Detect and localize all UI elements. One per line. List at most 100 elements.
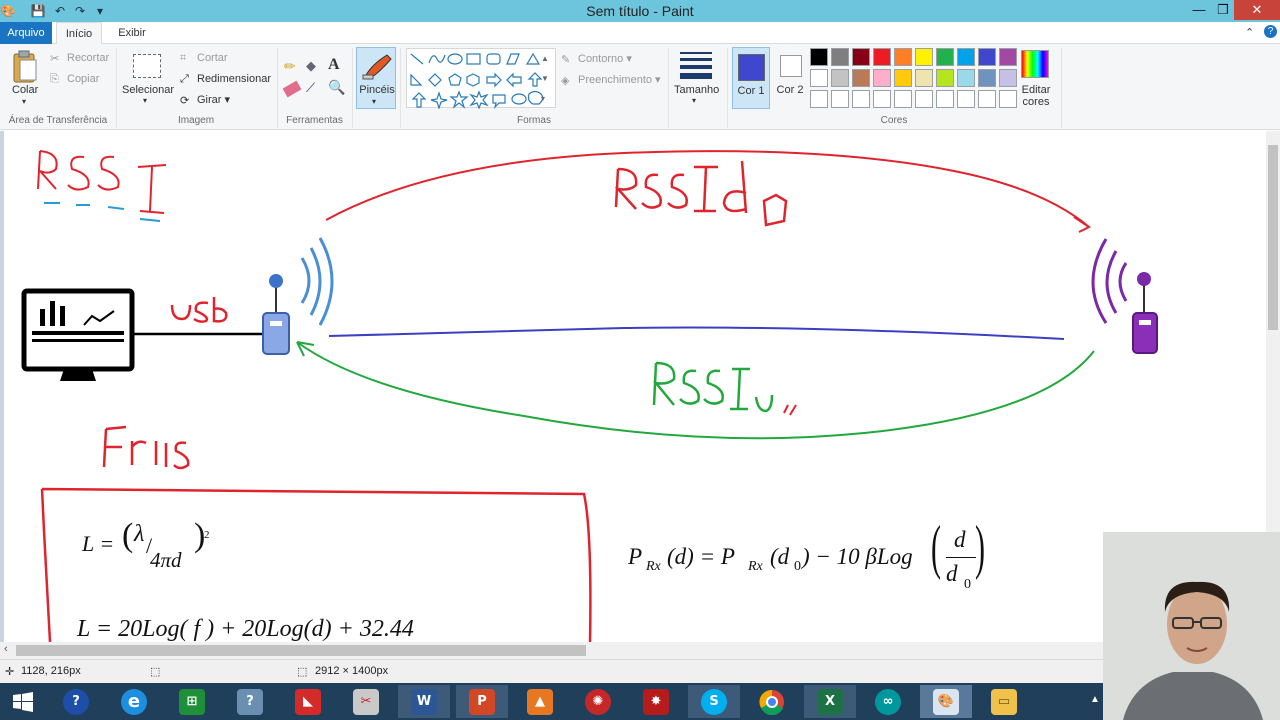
palette-swatch[interactable] <box>936 90 954 108</box>
edit-colors-button[interactable]: Editar cores <box>1018 84 1054 108</box>
palette-swatch[interactable] <box>852 48 870 66</box>
cut-button[interactable]: ✂ Recortar <box>50 52 109 65</box>
collapse-ribbon-icon[interactable]: ⌃ <box>1245 26 1254 39</box>
palette-swatch[interactable] <box>999 69 1017 87</box>
palette-swatch[interactable] <box>894 90 912 108</box>
taskbar-file-explorer[interactable]: ▭ <box>978 685 1030 718</box>
presenter-video <box>1103 532 1280 720</box>
vertical-scroll-thumb[interactable] <box>1268 145 1278 330</box>
taskbar-excel[interactable]: X <box>804 685 856 718</box>
snipping-icon: ✂ <box>353 688 379 715</box>
shapes-gallery[interactable] <box>406 48 556 110</box>
shapes-more-icon[interactable]: ▾ <box>541 94 545 103</box>
taskbar-support[interactable]: ? <box>224 685 276 718</box>
taskbar-help[interactable]: ? <box>50 685 102 718</box>
edit-colors-icon[interactable] <box>1021 50 1049 78</box>
palette-swatch[interactable] <box>978 90 996 108</box>
taskbar-chrome[interactable] <box>746 685 798 718</box>
taskbar-word[interactable]: W <box>398 685 450 718</box>
select-icon[interactable] <box>133 54 161 78</box>
copy-button[interactable]: ⎘ Copiar <box>50 73 99 85</box>
minimize-button[interactable]: — <box>1188 0 1210 20</box>
select-dropdown-icon[interactable]: ▾ <box>143 96 147 105</box>
taskbar-arduino[interactable]: ∞ <box>862 685 914 718</box>
palette-swatch[interactable] <box>999 90 1017 108</box>
outline-button[interactable]: ✎ Contorno ▾ <box>561 52 632 66</box>
palette-swatch[interactable] <box>936 48 954 66</box>
rssi-d0-handwriting <box>614 160 788 227</box>
taskbar-skype[interactable]: S <box>688 685 740 718</box>
taskbar-internet-explorer[interactable]: e <box>108 685 160 718</box>
palette-swatch[interactable] <box>936 69 954 87</box>
color1-button[interactable]: Cor 1 <box>732 47 770 109</box>
color-picker-icon[interactable]: ⟋ <box>306 80 315 96</box>
palette-swatch[interactable] <box>810 69 828 87</box>
taskbar-project[interactable]: ⊞ <box>166 685 218 718</box>
palette-swatch[interactable] <box>999 48 1017 66</box>
paste-icon[interactable] <box>10 50 40 84</box>
close-button[interactable]: ✕ <box>1234 0 1280 20</box>
pencil-icon[interactable]: ✏ <box>284 58 300 74</box>
horizontal-scroll-thumb[interactable] <box>16 645 586 656</box>
palette-swatch[interactable] <box>873 69 891 87</box>
support-icon: ? <box>237 688 263 715</box>
palette-swatch[interactable] <box>873 48 891 66</box>
maximize-button[interactable]: ❐ <box>1212 0 1234 20</box>
resize-button[interactable]: ⤢ Redimensionar <box>180 73 271 85</box>
palette-swatch[interactable] <box>915 90 933 108</box>
size-dropdown-icon[interactable]: ▾ <box>692 96 696 105</box>
palette-swatch[interactable] <box>915 48 933 66</box>
window-title: Sem título - Paint <box>586 3 694 19</box>
taskbar-paint[interactable]: 🎨 <box>920 685 972 718</box>
palette-swatch[interactable] <box>852 90 870 108</box>
tab-file[interactable]: Arquivo <box>0 22 52 44</box>
magnifier-icon[interactable]: 🔍 <box>328 79 345 96</box>
palette-swatch[interactable] <box>831 90 849 108</box>
start-button[interactable] <box>0 685 46 718</box>
palette-swatch[interactable] <box>831 69 849 87</box>
palette-swatch[interactable] <box>894 69 912 87</box>
taskbar-powerpoint[interactable]: P <box>456 685 508 718</box>
rotate-button[interactable]: ⟳ Girar ▾ <box>180 93 230 107</box>
palette-swatch[interactable] <box>810 48 828 66</box>
tab-view[interactable]: Exibir <box>108 22 156 44</box>
taskbar-matlab[interactable]: ▲ <box>514 685 566 718</box>
left-node-icon <box>262 237 334 355</box>
size-icon[interactable] <box>680 52 712 80</box>
palette-swatch[interactable] <box>957 69 975 87</box>
palette-swatch[interactable] <box>873 90 891 108</box>
copy-icon: ⎘ <box>50 73 59 86</box>
paint-canvas[interactable]: L = ( λ / 4πd ) 2 L = 20Log( f ) + 20Log… <box>4 131 1266 642</box>
select-button[interactable]: Selecionar <box>122 84 174 96</box>
friis-handwriting <box>102 425 190 470</box>
tray-expand-icon[interactable]: ▲ <box>1090 694 1100 705</box>
palette-swatch[interactable] <box>831 48 849 66</box>
paste-dropdown-icon[interactable]: ▾ <box>22 97 26 106</box>
palette-swatch[interactable] <box>978 48 996 66</box>
color2-button[interactable]: Cor 2 <box>772 47 808 109</box>
palette-swatch[interactable] <box>915 69 933 87</box>
paste-button[interactable]: Colar <box>12 84 38 96</box>
tab-home[interactable]: Início <box>56 22 102 45</box>
taskbar-app-star[interactable]: ✸ <box>630 685 682 718</box>
taskbar-app-wheel[interactable]: ✺ <box>572 685 624 718</box>
shapes-scroll-up-icon[interactable]: ▲ <box>541 54 549 63</box>
help-icon[interactable]: ? <box>1264 25 1277 38</box>
palette-swatch[interactable] <box>978 69 996 87</box>
palette-swatch[interactable] <box>957 90 975 108</box>
text-tool-icon[interactable]: A <box>328 56 340 74</box>
palette-swatch[interactable] <box>810 90 828 108</box>
fill-bucket-icon[interactable]: ◆ <box>306 58 322 74</box>
brushes-button[interactable]: Pincéis ▾ <box>356 47 396 109</box>
taskbar-app-red[interactable]: ◣ <box>282 685 334 718</box>
size-button[interactable]: Tamanho <box>674 84 719 96</box>
scroll-left-icon[interactable]: ‹ <box>4 643 8 655</box>
crop-button[interactable]: ⌗ Cortar <box>180 52 228 64</box>
palette-swatch[interactable] <box>852 69 870 87</box>
palette-swatch[interactable] <box>894 48 912 66</box>
taskbar-snipping[interactable]: ✂ <box>340 685 392 718</box>
fill-button[interactable]: ◈ Preenchimento ▾ <box>561 73 661 87</box>
palette-swatch[interactable] <box>957 48 975 66</box>
shapes-scroll-down-icon[interactable]: ▼ <box>541 74 549 83</box>
eraser-icon[interactable] <box>282 80 302 98</box>
